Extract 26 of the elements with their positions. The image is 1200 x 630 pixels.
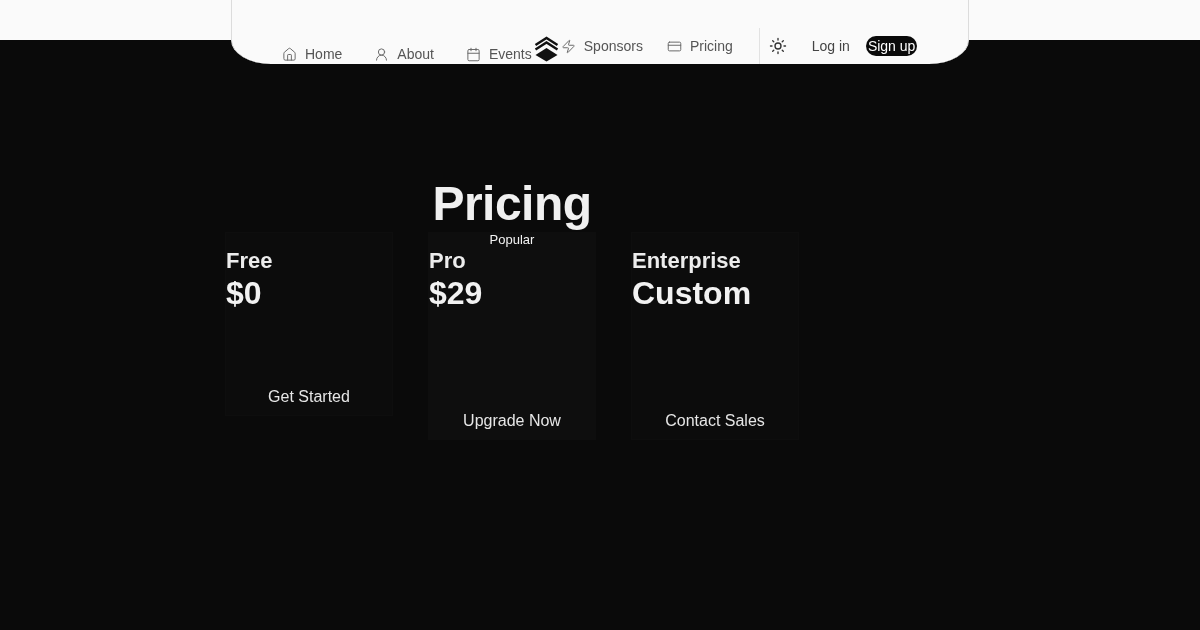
theme-toggle-button[interactable] — [768, 37, 787, 55]
lightning-icon — [560, 38, 576, 54]
plan-price: Custom — [632, 275, 752, 311]
plan-button[interactable]: Get Started — [264, 381, 354, 413]
credit-card-icon — [666, 38, 682, 54]
layers-logo-icon[interactable] — [533, 36, 559, 62]
calendar-icon — [465, 46, 481, 62]
page-title: Pricing — [431, 180, 593, 228]
plan-button[interactable]: Contact Sales — [661, 405, 769, 437]
plan-button[interactable]: Upgrade Now — [459, 405, 565, 437]
signup-button[interactable]: Sign up — [865, 36, 918, 56]
plan-name: Enterprise — [632, 247, 741, 275]
plan-price: $29 — [429, 275, 483, 311]
plan-name: Free — [226, 247, 273, 275]
login-link[interactable]: Log in — [811, 36, 850, 56]
person-icon — [374, 46, 390, 62]
nav-link[interactable]: Events — [465, 44, 532, 64]
nav-link[interactable]: Pricing — [666, 36, 733, 56]
plan-price: $0 — [226, 275, 262, 311]
popular-label: Popular — [489, 233, 535, 247]
nav-link[interactable]: Sponsors — [560, 36, 643, 56]
nav-link[interactable]: About — [374, 44, 434, 64]
nav-link[interactable]: Home — [282, 44, 343, 64]
home-icon — [282, 46, 297, 62]
sun-icon — [768, 37, 787, 55]
plan-name: Pro — [429, 247, 466, 275]
